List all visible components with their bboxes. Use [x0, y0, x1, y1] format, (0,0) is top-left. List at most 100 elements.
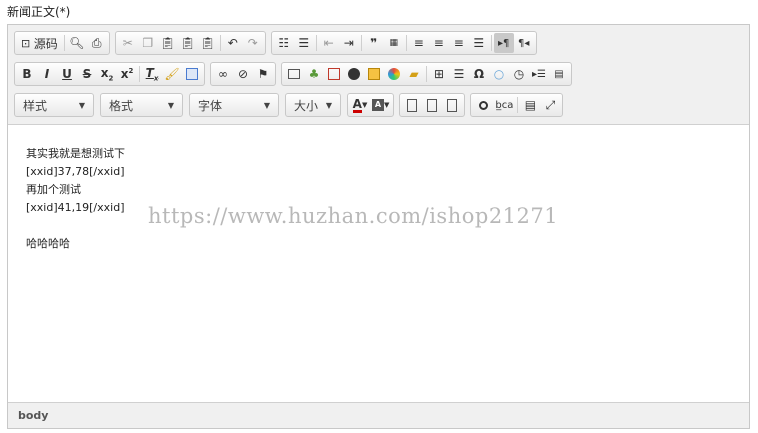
chevron-down-icon: ▼ — [78, 100, 85, 110]
link-icon: ∞ — [218, 67, 228, 81]
paste-text-button[interactable]: 📋︎ — [178, 33, 198, 53]
table-icon: ⊞ — [433, 67, 445, 81]
unlink-button[interactable]: ⊘ — [233, 64, 253, 84]
speech-bubble-icon: ○ — [493, 67, 505, 81]
find-button[interactable] — [473, 95, 493, 115]
text-direction-rtl-button[interactable]: ¶◂ — [514, 33, 534, 53]
color-wheel-icon — [388, 68, 400, 80]
redo-button[interactable]: ↷ — [243, 33, 263, 53]
image-button[interactable] — [284, 64, 304, 84]
source-button[interactable]: ⊡ 源码 — [17, 33, 62, 53]
color-picker-button[interactable] — [384, 64, 404, 84]
blockquote-icon: ❞ — [370, 36, 378, 50]
text-color-button[interactable]: A ▼ — [350, 95, 370, 115]
div-container-button[interactable]: ▦ — [384, 33, 404, 53]
magnifier-icon — [478, 100, 488, 110]
clock-icon: ◷ — [513, 67, 525, 81]
multi-image-icon: ♣ — [308, 67, 320, 81]
smiley-button[interactable]: ○ — [489, 64, 509, 84]
copy-formatting-button[interactable]: 🖌︎ — [162, 64, 182, 84]
flash-button[interactable] — [324, 64, 344, 84]
select-all-icon: ▤ — [524, 98, 537, 112]
div-container-icon: ▦ — [389, 38, 398, 48]
align-left-icon: ≡ — [413, 36, 424, 50]
align-right-button[interactable]: ≡ — [449, 33, 469, 53]
separator — [426, 66, 427, 82]
toolbar-group-paragraph: ☷ ☰ ⇤ ⇥ ❞ ▦ ≡ ≡ ≡ ☰ ▸¶ ¶◂ — [270, 31, 537, 55]
remove-format-icon: Tx — [145, 65, 159, 83]
chevron-down-icon: ▼ — [263, 100, 270, 110]
background-color-button[interactable]: A ▼ — [370, 95, 391, 115]
page-break-button[interactable]: ◷ — [509, 64, 529, 84]
underline-icon: U — [62, 67, 72, 81]
background-color-icon: A — [372, 99, 384, 111]
flash-icon — [328, 68, 340, 80]
numbered-list-button[interactable]: ☷ — [274, 33, 294, 53]
size-dropdown[interactable]: 大小 ▼ — [285, 93, 341, 117]
align-center-icon: ≡ — [433, 36, 444, 50]
link-button[interactable]: ∞ — [213, 64, 233, 84]
toolbar-row-1: ⊡ 源码 🔍︎ ⎙ ✂ ❐ 📋︎ 📋︎ 📋︎ ↶ ↷ ☷ ☰ ⇤ ⇥ ❞ ▦ ≡… — [14, 30, 749, 56]
justify-button[interactable]: ☰ — [469, 33, 489, 53]
bold-button[interactable]: B — [17, 64, 37, 84]
align-center-button[interactable]: ≡ — [429, 33, 449, 53]
format-dropdown[interactable]: 格式 ▼ — [100, 93, 183, 117]
toolbar-group-basicstyles: B I U S x2 x2 Tx 🖌︎ — [14, 62, 205, 86]
table-button[interactable]: ⊞ — [429, 64, 449, 84]
italic-button[interactable]: I — [37, 64, 57, 84]
text-direction-ltr-button[interactable]: ▸¶ — [493, 33, 514, 53]
toolbar-group-document: ⊡ 源码 🔍︎ ⎙ — [14, 31, 110, 55]
copy-button[interactable]: ❐ — [138, 33, 158, 53]
horizontal-line-button[interactable]: ☰ — [449, 64, 469, 84]
flag-icon: ⚑ — [257, 67, 269, 81]
paste-word-button[interactable]: 📋︎ — [198, 33, 218, 53]
content-line: [xxid]37,78[/xxid] — [26, 165, 125, 178]
folder-icon: ▰ — [409, 67, 419, 81]
document-props-button[interactable] — [442, 95, 462, 115]
print-button[interactable]: ⎙ — [87, 33, 107, 53]
multi-image-button[interactable]: ♣ — [304, 64, 324, 84]
toolbar-group-editing: b̲ca ▤ ⤢ — [470, 93, 564, 117]
paste-word-icon: 📋︎ — [200, 36, 216, 50]
anchor-button[interactable]: ⚑ — [253, 64, 273, 84]
media-button[interactable] — [364, 64, 384, 84]
editor-content-area[interactable]: 其实我就是想测试下 [xxid]37,78[/xxid] 再加个测试 [xxid… — [8, 125, 749, 405]
html5-video-button[interactable] — [344, 64, 364, 84]
brush-icon: 🖌︎ — [164, 67, 180, 81]
bold-icon: B — [22, 67, 32, 81]
file-upload-button[interactable]: ▰ — [404, 64, 424, 84]
select-all-button[interactable]: ▤ — [520, 95, 540, 115]
paste-from-word-button[interactable] — [182, 64, 202, 84]
maximize-button[interactable]: ⤢ — [540, 95, 560, 115]
blockquote-button[interactable]: ❞ — [364, 33, 384, 53]
templates-button[interactable] — [402, 95, 422, 115]
preview-icon: 🔍︎ — [69, 36, 85, 50]
indent-button[interactable]: ⇥ — [339, 33, 359, 53]
italic-icon: I — [44, 67, 50, 81]
strikethrough-icon: S — [82, 67, 92, 81]
content-line: 其实我就是想测试下 — [26, 147, 125, 160]
align-left-button[interactable]: ≡ — [409, 33, 429, 53]
replace-button[interactable]: b̲ca — [493, 95, 515, 115]
font-dropdown[interactable]: 字体 ▼ — [189, 93, 279, 117]
format-dropdown-label: 格式 — [109, 98, 134, 113]
underline-button[interactable]: U — [57, 64, 77, 84]
styles-dropdown[interactable]: 样式 ▼ — [14, 93, 94, 117]
code-snippet-button[interactable]: ▤ — [549, 64, 569, 84]
undo-button[interactable]: ↶ — [223, 33, 243, 53]
separator — [360, 35, 362, 51]
remove-format-button[interactable]: Tx — [142, 64, 162, 84]
special-char-button[interactable]: Ω — [469, 64, 489, 84]
cut-button[interactable]: ✂ — [118, 33, 138, 53]
outdent-button[interactable]: ⇤ — [319, 33, 339, 53]
preview-button[interactable]: 🔍︎ — [67, 33, 87, 53]
element-path-body[interactable]: body — [18, 409, 48, 422]
font-dropdown-label: 字体 — [198, 98, 223, 113]
bulleted-list-button[interactable]: ☰ — [294, 33, 314, 53]
iframe-button[interactable]: ▸☰ — [529, 64, 549, 84]
superscript-button[interactable]: x2 — [117, 64, 137, 84]
paste-button[interactable]: 📋︎ — [158, 33, 178, 53]
subscript-button[interactable]: x2 — [97, 64, 117, 84]
new-page-button[interactable] — [422, 95, 442, 115]
strikethrough-button[interactable]: S — [77, 64, 97, 84]
